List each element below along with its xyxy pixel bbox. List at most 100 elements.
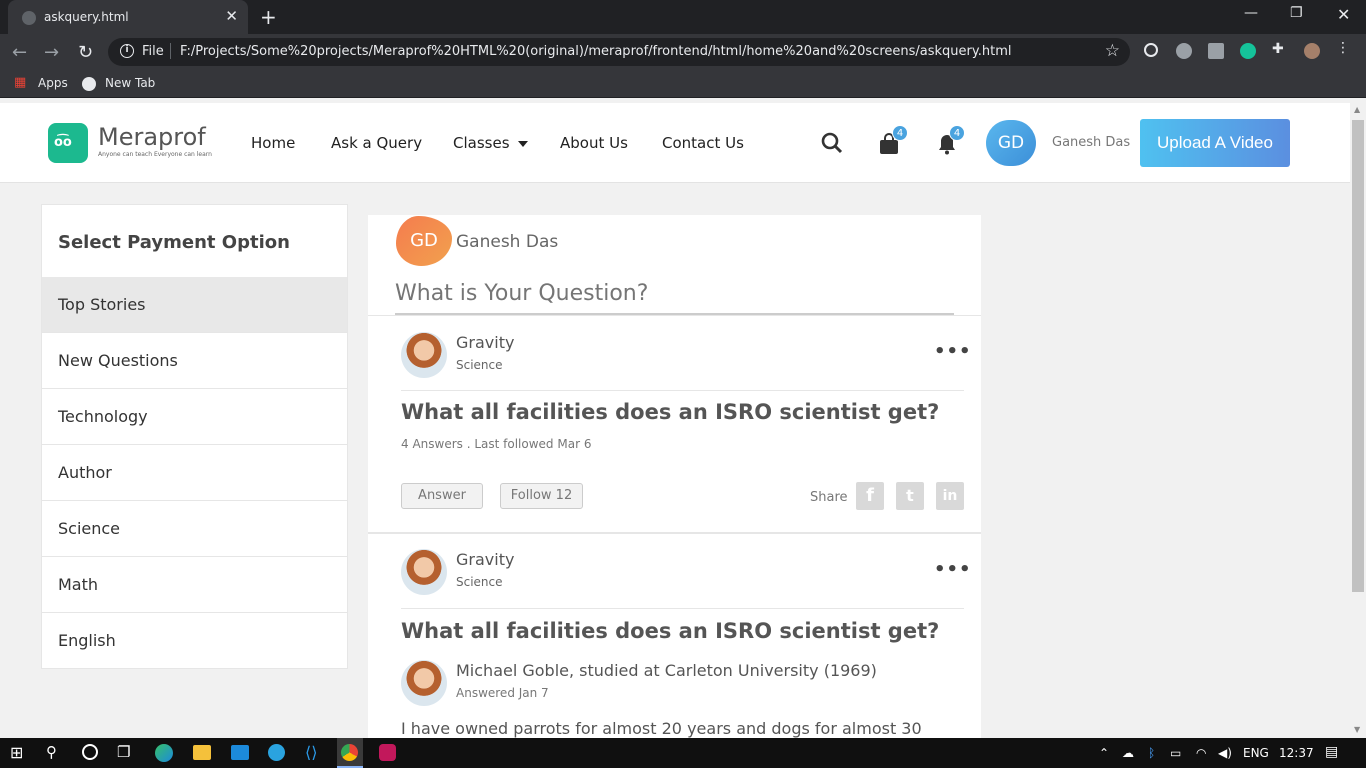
restore-icon[interactable]: ❐: [1290, 5, 1303, 21]
upload-video-button[interactable]: Upload A Video: [1140, 119, 1290, 167]
telegram-icon[interactable]: [268, 744, 285, 761]
notification-count-badge: 4: [949, 125, 965, 141]
vscode-icon[interactable]: ⟨⟩: [305, 743, 317, 762]
scrollbar-thumb[interactable]: [1352, 120, 1364, 592]
file-explorer-icon[interactable]: [193, 745, 211, 760]
browser-menu-icon[interactable]: ⋮: [1336, 40, 1352, 56]
tray-arrow-icon[interactable]: ⌃: [1099, 746, 1109, 760]
nav-home[interactable]: Home: [251, 134, 295, 152]
windows-start-icon[interactable]: ⊞: [10, 743, 23, 762]
sidebar-item-author[interactable]: Author: [42, 445, 347, 501]
tab-title: askquery.html: [44, 10, 129, 24]
task-view-icon[interactable]: ❐: [117, 743, 130, 761]
language-indicator[interactable]: ENG: [1243, 746, 1269, 760]
cortana-icon[interactable]: [82, 744, 98, 760]
app-icon[interactable]: [379, 744, 396, 761]
bookmark-star-icon[interactable]: ☆: [1105, 41, 1120, 61]
bookmark-apps[interactable]: Apps: [38, 76, 68, 90]
sidebar-title: Select Payment Option: [58, 232, 290, 253]
nav-classes[interactable]: Classes: [453, 134, 528, 152]
linkedin-icon[interactable]: in: [936, 482, 964, 510]
clock[interactable]: 12:37: [1279, 746, 1314, 760]
twitter-icon[interactable]: t: [896, 482, 924, 510]
profile-avatar-icon[interactable]: [1304, 43, 1320, 59]
answer-text: I have owned parrots for almost 20 years…: [401, 719, 922, 738]
topic-name[interactable]: Gravity: [456, 333, 514, 352]
mail-icon[interactable]: [231, 745, 249, 760]
battery-icon[interactable]: ▭: [1170, 746, 1181, 760]
puzzle-extensions-icon[interactable]: ✚: [1272, 41, 1288, 57]
react-extension-icon[interactable]: [1144, 43, 1158, 57]
answerer-name[interactable]: Michael Goble, studied at Carleton Unive…: [456, 661, 877, 680]
volume-icon[interactable]: ◀): [1218, 746, 1232, 760]
nav-about[interactable]: About Us: [560, 134, 628, 152]
edge-icon[interactable]: [155, 744, 173, 762]
facebook-icon[interactable]: f: [856, 482, 884, 510]
scroll-down-icon[interactable]: ▼: [1354, 725, 1360, 734]
bookmarks-bar: ▦ Apps New Tab: [0, 70, 1366, 98]
topic-subject: Science: [456, 358, 503, 372]
follow-button[interactable]: Follow 12: [500, 483, 583, 509]
wifi-icon[interactable]: ◠: [1196, 746, 1206, 760]
bookmark-new-tab[interactable]: New Tab: [105, 76, 155, 90]
sidebar-item-technology[interactable]: Technology: [42, 389, 347, 445]
topic-name[interactable]: Gravity: [456, 550, 514, 569]
chrome-taskbar-button[interactable]: [337, 738, 363, 768]
address-bar[interactable]: i File F:/Projects/Some%20projects/Merap…: [108, 38, 1130, 66]
page-scrollbar[interactable]: ▲ ▼: [1350, 103, 1366, 738]
grammarly-icon[interactable]: [1240, 43, 1256, 59]
windows-taskbar: ⊞ ⚲ ❐ ⟨⟩ ⌃ ☁ ᛒ ▭ ◠ ◀) ENG 12:37 ▤: [0, 738, 1366, 768]
sidebar-item-math[interactable]: Math: [42, 557, 347, 613]
scroll-up-icon[interactable]: ▲: [1354, 105, 1360, 114]
topic-subject: Science: [456, 575, 503, 589]
brand-name[interactable]: Meraprof: [98, 123, 206, 151]
answer-date: Answered Jan 7: [456, 686, 549, 700]
sidebar-item-science[interactable]: Science: [42, 501, 347, 557]
topic-avatar[interactable]: [401, 332, 447, 378]
divider: [401, 608, 964, 609]
more-options-icon[interactable]: •••: [934, 559, 972, 580]
browser-tab[interactable]: askquery.html ✕: [8, 0, 248, 34]
question-input[interactable]: [395, 273, 954, 315]
onedrive-icon[interactable]: ☁: [1122, 746, 1134, 760]
sidebar: Select Payment Option Top Stories New Qu…: [41, 204, 348, 669]
question-title[interactable]: What all facilities does an ISRO scienti…: [401, 619, 939, 643]
more-options-icon[interactable]: •••: [934, 341, 972, 362]
pocket-extension-icon[interactable]: [1208, 43, 1224, 59]
search-icon[interactable]: [821, 132, 843, 158]
question-title[interactable]: What all facilities does an ISRO scienti…: [401, 400, 939, 424]
close-window-icon[interactable]: ✕: [1337, 5, 1350, 24]
file-label: File: [142, 44, 164, 59]
address-bar-row: ← → ↻ i File F:/Projects/Some%20projects…: [0, 34, 1366, 70]
page-content: o͡o Meraprof Anyone can teach Everyone c…: [0, 103, 1350, 738]
globe-icon: [22, 11, 36, 25]
chrome-icon: [341, 744, 358, 761]
url-text[interactable]: F:/Projects/Some%20projects/Meraprof%20H…: [180, 44, 1011, 59]
sidebar-item-english[interactable]: English: [42, 613, 347, 669]
sidebar-item-new-questions[interactable]: New Questions: [42, 333, 347, 389]
search-icon[interactable]: ⚲: [46, 743, 57, 761]
share-label: Share: [810, 490, 848, 505]
question-card: Gravity Science ••• What all facilities …: [368, 532, 981, 738]
extension-icon[interactable]: [1176, 43, 1192, 59]
nav-ask-query[interactable]: Ask a Query: [331, 134, 422, 152]
info-icon[interactable]: i: [120, 44, 134, 58]
avatar[interactable]: GD: [986, 120, 1036, 166]
sidebar-item-top-stories[interactable]: Top Stories: [42, 277, 347, 333]
ask-question-box: GD Ganesh Das: [368, 215, 981, 315]
back-icon[interactable]: ←: [12, 42, 27, 63]
forward-icon[interactable]: →: [44, 42, 59, 63]
logo-icon[interactable]: o͡o: [48, 123, 88, 163]
topic-avatar[interactable]: [401, 549, 447, 595]
cart-count-badge: 4: [892, 125, 908, 141]
answerer-avatar[interactable]: [401, 660, 447, 706]
new-tab-icon[interactable]: +: [260, 5, 277, 29]
bluetooth-icon[interactable]: ᛒ: [1148, 746, 1155, 760]
minimize-icon[interactable]: —: [1244, 5, 1258, 21]
header-user-name[interactable]: Ganesh Das: [1052, 135, 1130, 150]
reload-icon[interactable]: ↻: [78, 42, 93, 63]
notifications-icon[interactable]: ▤: [1325, 744, 1338, 760]
answer-button[interactable]: Answer: [401, 483, 483, 509]
close-tab-icon[interactable]: ✕: [225, 7, 238, 25]
nav-contact[interactable]: Contact Us: [662, 134, 744, 152]
